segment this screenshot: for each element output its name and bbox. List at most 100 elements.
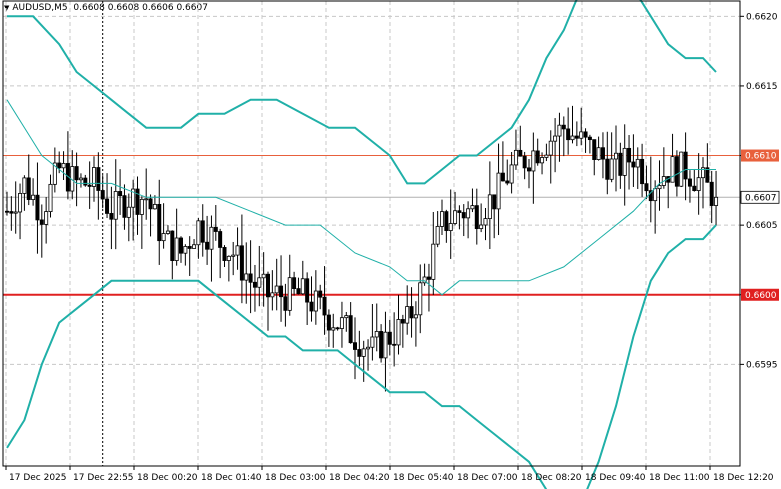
time-tick-label: 17 Dec 2025 <box>9 473 67 483</box>
candle-body <box>687 178 692 187</box>
candle-body <box>531 150 536 172</box>
candle-body <box>161 233 166 242</box>
candle-body <box>413 314 418 319</box>
candle-body <box>187 246 192 249</box>
candle-body <box>670 156 675 183</box>
candle-body <box>205 241 210 250</box>
candle-body <box>331 327 336 331</box>
candle-body <box>396 319 401 346</box>
candle-body <box>74 166 79 181</box>
candlestick-series <box>5 105 719 392</box>
candle-body <box>609 158 614 180</box>
candle-body <box>61 163 66 169</box>
candle-body <box>78 177 83 181</box>
candle-body <box>305 278 310 303</box>
candle-body <box>474 205 479 230</box>
candle-body <box>600 147 605 160</box>
candle-body <box>622 147 627 176</box>
candle-body <box>361 348 366 357</box>
time-axis: 17 Dec 2025 17 Dec 22:55 18 Dec 00:20 18 De… <box>5 466 774 483</box>
candle-body <box>122 195 127 218</box>
candle-body <box>392 343 397 346</box>
candle-body <box>318 290 323 298</box>
candle-body <box>487 194 492 219</box>
price-axis: 0.6620 0.6615 0.6610 0.6605 0.6600 0.6595 0.66… <box>740 12 780 370</box>
candle-body <box>570 135 575 141</box>
candle-body <box>513 149 518 166</box>
candle-body <box>144 198 149 201</box>
price-tick-label: 0.6620 <box>746 12 778 22</box>
plot-border <box>2 0 741 467</box>
time-tick-label: 18 Dec 07:00 <box>457 473 518 483</box>
candle-body <box>48 183 53 213</box>
candle-body <box>492 194 497 210</box>
time-tick-label: 18 Dec 08:20 <box>521 473 582 483</box>
candle-body <box>252 281 257 288</box>
candle-body <box>683 151 688 180</box>
candle-body <box>9 211 14 214</box>
candle-body <box>387 331 392 345</box>
candle-body <box>635 158 640 168</box>
candle-body <box>657 185 662 190</box>
candle-body <box>239 245 244 281</box>
candle-body <box>100 190 105 200</box>
candle-body <box>553 135 558 142</box>
candle-body <box>13 211 18 214</box>
candle-body <box>118 191 123 197</box>
candle-body <box>326 314 331 331</box>
candle-body <box>631 161 636 168</box>
candle-body <box>426 276 431 280</box>
candle-body <box>653 188 658 202</box>
candle-body <box>126 206 131 218</box>
candle-body <box>357 349 362 357</box>
current-price-label: 0.6607 <box>745 193 777 203</box>
time-tick-label: 18 Dec 05:40 <box>393 473 454 483</box>
candle-body <box>279 285 284 298</box>
time-tick-label: 18 Dec 09:40 <box>585 473 646 483</box>
candle-body <box>448 223 453 231</box>
candle-body <box>587 136 592 141</box>
candle-body <box>574 135 579 139</box>
candle-body <box>196 220 201 246</box>
candle-body <box>170 230 175 261</box>
candle-body <box>544 154 549 158</box>
chart-grid <box>3 1 740 466</box>
candle-body <box>535 150 540 164</box>
candle-body <box>35 194 40 221</box>
candle-body <box>209 226 214 250</box>
candle-body <box>696 177 701 191</box>
candle-body <box>265 273 270 298</box>
candle-body <box>548 140 553 156</box>
candle-body <box>400 319 405 324</box>
candle-body <box>674 156 679 187</box>
candle-body <box>213 226 218 232</box>
candle-body <box>18 193 23 213</box>
candle-body <box>500 172 505 182</box>
candle-body <box>439 211 444 227</box>
candle-body <box>383 331 388 359</box>
candle-body <box>96 167 101 191</box>
candle-body <box>109 213 114 220</box>
candle-body <box>527 167 532 172</box>
candle-body <box>596 147 601 160</box>
indicator-lines <box>6 0 717 489</box>
candle-body <box>605 158 610 180</box>
price-level-label: 0.6600 <box>745 291 777 301</box>
candle-body <box>274 285 279 294</box>
price-chart[interactable]: 0.6620 0.6615 0.6610 0.6605 0.6600 0.6595 0.66… <box>0 0 781 489</box>
candle-body <box>174 237 179 261</box>
candle-body <box>692 185 697 191</box>
candle-body <box>139 198 144 215</box>
candle-body <box>557 124 562 137</box>
time-tick-label: 18 Dec 12:20 <box>713 473 774 483</box>
time-tick-label: 18 Dec 04:20 <box>329 473 390 483</box>
candle-body <box>470 205 475 210</box>
candle-body <box>509 164 514 184</box>
candle-body <box>322 296 327 316</box>
candle-body <box>244 273 249 281</box>
candle-body <box>370 336 375 348</box>
time-tick-label: 18 Dec 03:00 <box>265 473 326 483</box>
candle-body <box>709 181 714 206</box>
chart-frame <box>2 0 741 467</box>
candle-body <box>313 290 318 312</box>
